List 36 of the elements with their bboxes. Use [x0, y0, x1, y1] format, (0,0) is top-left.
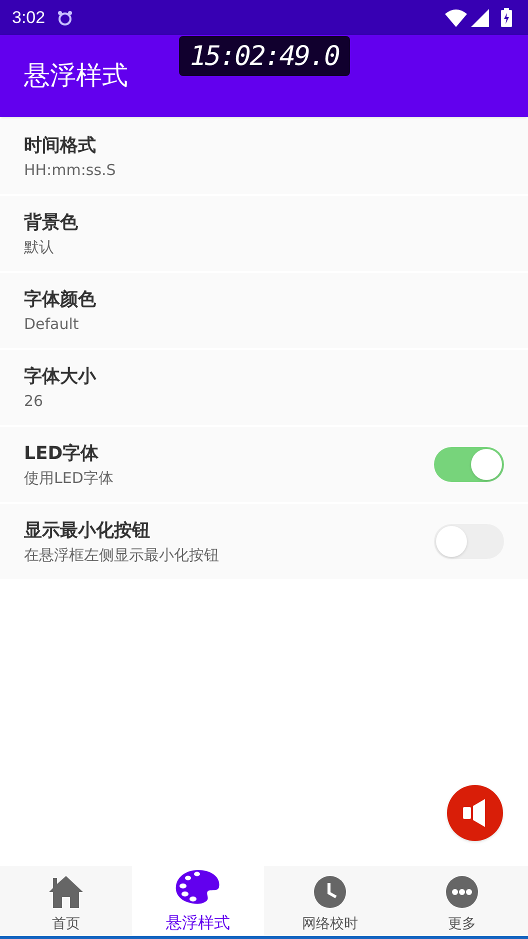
- battery-icon: [501, 8, 512, 27]
- setting-summary: 在悬浮框左侧显示最小化按钮: [24, 544, 220, 566]
- nav-tab[interactable]: 首页: [0, 866, 132, 936]
- app-bar-title: 悬浮样式: [24, 60, 128, 92]
- settings-row[interactable]: LED字体 使用LED字体: [0, 427, 528, 502]
- setting-title: LED字体: [24, 442, 100, 466]
- clock-icon: [314, 876, 346, 908]
- setting-title: 时间格式: [24, 134, 97, 158]
- speaker-button[interactable]: [447, 785, 503, 841]
- setting-summary: 26: [24, 390, 44, 412]
- setting-title: 字体颜色: [24, 288, 97, 312]
- toggle-switch[interactable]: [434, 447, 504, 482]
- settings-row[interactable]: 字体大小 26: [0, 350, 528, 425]
- settings-row[interactable]: 时间格式 HH:mm:ss.S: [0, 119, 528, 194]
- alarm-icon: [57, 10, 74, 26]
- setting-title: 显示最小化按钮: [24, 518, 151, 543]
- signal-icon: [471, 8, 489, 26]
- nav-tab[interactable]: 更多: [396, 866, 528, 936]
- settings-row[interactable]: 显示最小化按钮 在悬浮框左侧显示最小化按钮: [0, 504, 528, 579]
- setting-summary: 使用LED字体: [24, 468, 114, 489]
- nav-tab[interactable]: 网络校时: [264, 866, 396, 936]
- palette-icon: [175, 869, 221, 905]
- settings-row[interactable]: 背景色 默认: [0, 196, 528, 271]
- wifi-icon: [445, 8, 467, 26]
- speaker-icon: [463, 799, 487, 827]
- setting-summary: 默认: [24, 236, 55, 258]
- status-time: 3:02: [12, 6, 46, 29]
- more-icon: [446, 876, 478, 908]
- home-icon: [49, 876, 83, 908]
- settings-row[interactable]: 字体颜色 Default: [0, 273, 528, 348]
- toggle-switch[interactable]: [434, 524, 504, 559]
- clock-time: 15:02:49.0: [190, 42, 340, 70]
- setting-title: 字体大小: [24, 364, 98, 389]
- setting-summary: HH:mm:ss.S: [24, 160, 117, 181]
- setting-summary: Default: [24, 314, 80, 335]
- setting-title: 背景色: [24, 210, 79, 235]
